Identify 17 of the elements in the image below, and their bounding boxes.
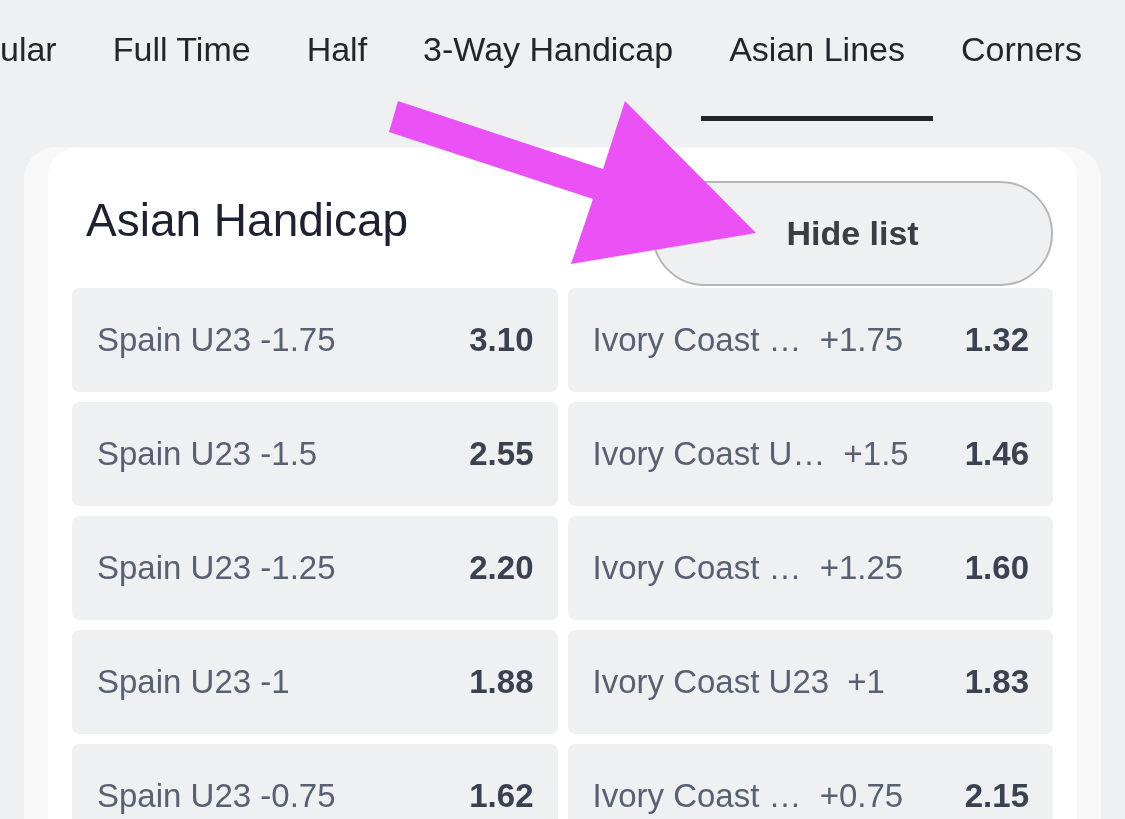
bet-option-button[interactable]: Spain U23 -1 1.88	[72, 630, 558, 734]
bet-option-button[interactable]: Ivory Coast … +1.75 1.32	[567, 288, 1053, 392]
bet-option-button[interactable]: Spain U23 -1.25 2.20	[72, 516, 558, 620]
tab[interactable]: Corners	[932, 0, 1110, 121]
bet-option-button[interactable]: Ivory Coast … +0.75 2.15	[567, 744, 1053, 819]
tab[interactable]: Full Time	[84, 0, 279, 121]
tab[interactable]: 3-Way Handicap	[395, 0, 702, 121]
bet-option-button[interactable]: Ivory Coast U… +1.5 1.46	[567, 402, 1053, 506]
bet-option-button[interactable]: Ivory Coast U23 +1 1.83	[567, 630, 1053, 734]
bet-option-button[interactable]: Spain U23 -1.75 3.10	[72, 288, 558, 392]
tab[interactable]: Asian Lines	[701, 0, 933, 121]
bet-option-button[interactable]: Spain U23 -1.5 2.55	[72, 402, 558, 506]
tab[interactable]: Half	[278, 0, 396, 121]
tab[interactable]: ular	[0, 0, 85, 121]
market-title: Asian Handicap	[86, 193, 409, 247]
bet-option-button[interactable]: Ivory Coast … +1.25 1.60	[567, 516, 1053, 620]
bet-option-button[interactable]: Spain U23 -0.75 1.62	[72, 744, 558, 819]
